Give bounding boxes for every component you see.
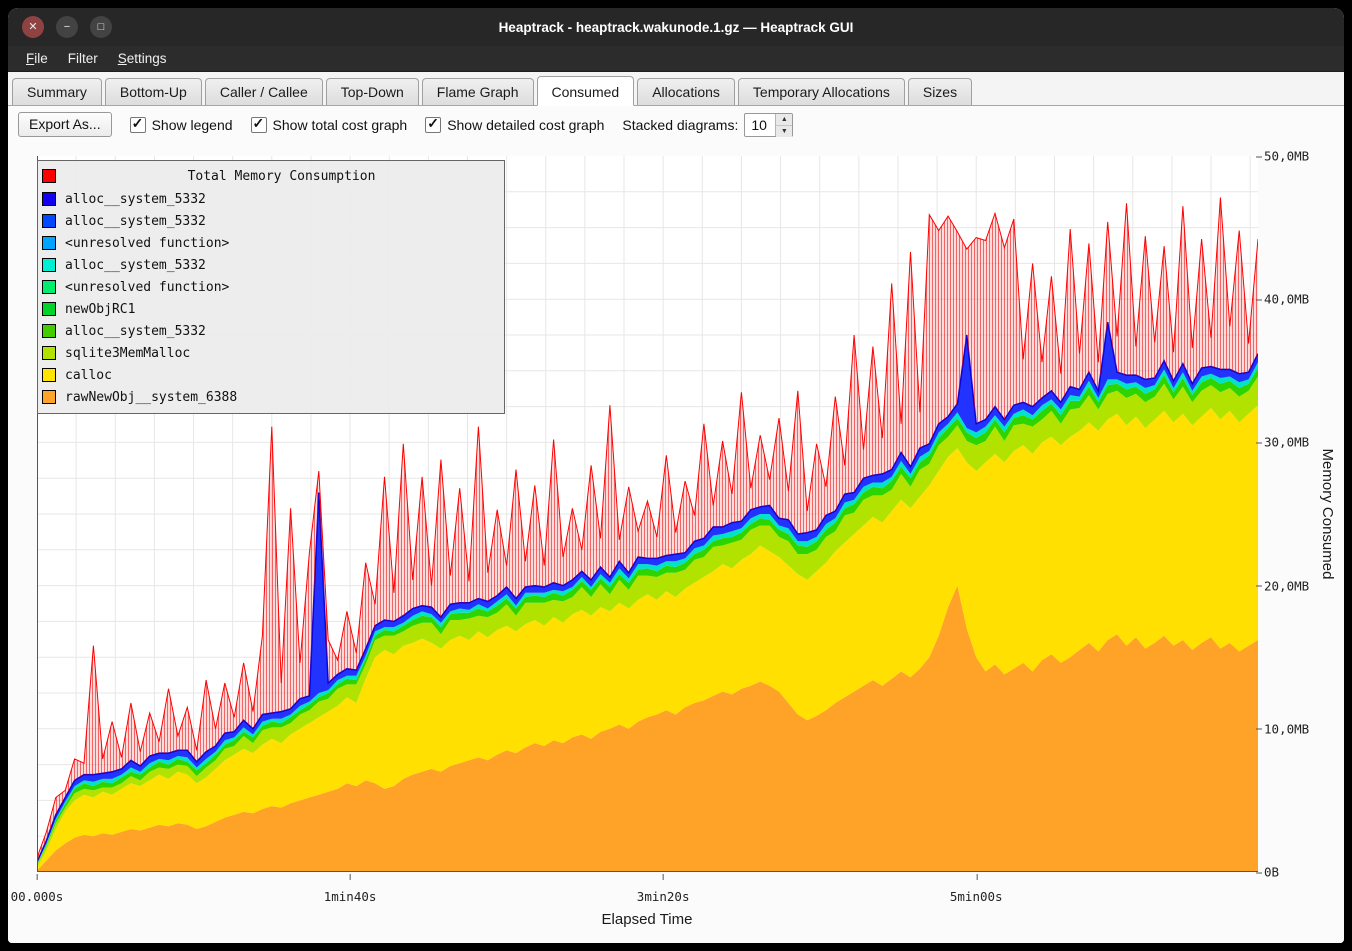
checkbox-label: Show legend bbox=[152, 117, 233, 133]
legend-item: sqlite3MemMalloc bbox=[42, 342, 498, 364]
tab[interactable]: Top-Down bbox=[326, 78, 419, 105]
legend-swatch bbox=[42, 192, 56, 206]
checkbox[interactable]: ✓ Show total cost graph bbox=[251, 117, 408, 133]
maximize-button[interactable]: □ bbox=[90, 16, 112, 38]
check-icon: ✓ bbox=[427, 115, 439, 132]
legend-swatch bbox=[42, 346, 56, 360]
checkbox-box[interactable]: ✓ bbox=[425, 117, 441, 133]
legend-item-label: alloc__system_5332 bbox=[65, 258, 206, 273]
tab[interactable]: Temporary Allocations bbox=[738, 78, 905, 105]
y-axis-tick-label: 40,0MB bbox=[1264, 292, 1309, 307]
checkbox-label: Show detailed cost graph bbox=[447, 117, 604, 133]
x-axis-title: Elapsed Time bbox=[602, 911, 693, 928]
checkbox-box[interactable]: ✓ bbox=[130, 117, 146, 133]
spin-up-button[interactable]: ▲ bbox=[776, 114, 792, 126]
tab[interactable]: Consumed bbox=[537, 76, 635, 106]
legend-item-label: sqlite3MemMalloc bbox=[65, 346, 190, 361]
legend-item-label: alloc__system_5332 bbox=[65, 324, 206, 339]
stacked-diagrams-spinbox[interactable]: 10 ▲ ▼ bbox=[744, 113, 793, 137]
y-axis-tick-label: 10,0MB bbox=[1264, 721, 1309, 736]
window-controls: ✕ − □ bbox=[22, 16, 112, 38]
legend-item-label: calloc bbox=[65, 368, 112, 383]
check-icon: ✓ bbox=[132, 115, 144, 132]
legend-title: Total Memory Consumption bbox=[65, 169, 498, 184]
legend-swatch bbox=[42, 302, 56, 316]
legend-item: alloc__system_5332 bbox=[42, 188, 498, 210]
checkbox[interactable]: ✓ Show legend bbox=[130, 117, 233, 133]
legend-item: calloc bbox=[42, 364, 498, 386]
y-axis-tick-label: 20,0MB bbox=[1264, 578, 1309, 593]
legend-item: <unresolved function> bbox=[42, 232, 498, 254]
spin-down-button[interactable]: ▼ bbox=[776, 126, 792, 137]
chevron-up-icon: ▲ bbox=[781, 116, 788, 123]
tab[interactable]: Allocations bbox=[637, 78, 735, 105]
menu-bar: File Filter Settings bbox=[8, 46, 1344, 72]
checkbox-box[interactable]: ✓ bbox=[251, 117, 267, 133]
legend-swatch bbox=[42, 280, 56, 294]
menu-item[interactable]: File bbox=[16, 46, 58, 71]
y-axis-tick-label: 50,0MB bbox=[1264, 149, 1309, 164]
legend-items: alloc__system_5332 alloc__system_5332 <u… bbox=[42, 188, 498, 408]
checkbox-label: Show total cost graph bbox=[273, 117, 408, 133]
stacked-diagrams-label: Stacked diagrams: bbox=[622, 117, 738, 133]
legend-title-swatch bbox=[42, 169, 56, 183]
legend-swatch bbox=[42, 390, 56, 404]
close-button[interactable]: ✕ bbox=[22, 16, 44, 38]
legend-item: newObjRC1 bbox=[42, 298, 498, 320]
legend-item: rawNewObj__system_6388 bbox=[42, 386, 498, 408]
legend-item-label: <unresolved function> bbox=[65, 236, 229, 251]
legend-title-row: Total Memory Consumption bbox=[42, 164, 498, 188]
export-as-button[interactable]: Export As... bbox=[18, 112, 112, 137]
legend-swatch bbox=[42, 258, 56, 272]
legend-swatch bbox=[42, 368, 56, 382]
chart-legend: Total Memory Consumption alloc__system_5… bbox=[37, 160, 505, 414]
legend-item-label: alloc__system_5332 bbox=[65, 192, 206, 207]
legend-item-label: <unresolved function> bbox=[65, 280, 229, 295]
x-axis-tick-label: 00.000s bbox=[11, 889, 64, 904]
chart-area: Total Memory Consumption alloc__system_5… bbox=[8, 143, 1344, 943]
legend-item: alloc__system_5332 bbox=[42, 320, 498, 342]
tab[interactable]: Flame Graph bbox=[422, 78, 534, 105]
x-axis-tick-label: 5min00s bbox=[950, 889, 1003, 904]
toolbar: Export As... ✓ Show legend ✓ Show total … bbox=[8, 106, 1344, 143]
minimize-button[interactable]: − bbox=[56, 16, 78, 38]
spin-buttons: ▲ ▼ bbox=[775, 114, 792, 136]
x-axis-tick-label: 3min20s bbox=[637, 889, 690, 904]
close-icon: ✕ bbox=[28, 21, 37, 33]
legend-swatch bbox=[42, 324, 56, 338]
x-axis-tick-label: 1min40s bbox=[324, 889, 377, 904]
minimize-icon: − bbox=[64, 21, 70, 33]
legend-item: alloc__system_5332 bbox=[42, 210, 498, 232]
tab[interactable]: Summary bbox=[12, 78, 102, 105]
legend-item-label: newObjRC1 bbox=[65, 302, 135, 317]
title-bar: ✕ − □ Heaptrack - heaptrack.wakunode.1.g… bbox=[8, 8, 1344, 46]
legend-item-label: alloc__system_5332 bbox=[65, 214, 206, 229]
tab[interactable]: Caller / Callee bbox=[205, 78, 323, 105]
chevron-down-icon: ▼ bbox=[781, 128, 788, 135]
legend-swatch bbox=[42, 236, 56, 250]
window-title: Heaptrack - heaptrack.wakunode.1.gz — He… bbox=[8, 20, 1344, 35]
check-icon: ✓ bbox=[253, 115, 265, 132]
legend-swatch bbox=[42, 214, 56, 228]
checkbox-group: ✓ Show legend ✓ Show total cost graph ✓ … bbox=[130, 117, 605, 133]
tab[interactable]: Sizes bbox=[908, 78, 972, 105]
stacked-diagrams-control: Stacked diagrams: 10 ▲ ▼ bbox=[622, 113, 793, 137]
y-axis-title: Memory Consumed bbox=[1319, 449, 1336, 580]
legend-item: alloc__system_5332 bbox=[42, 254, 498, 276]
checkbox[interactable]: ✓ Show detailed cost graph bbox=[425, 117, 604, 133]
legend-item: <unresolved function> bbox=[42, 276, 498, 298]
legend-item-label: rawNewObj__system_6388 bbox=[65, 390, 237, 405]
stacked-diagrams-value[interactable]: 10 bbox=[745, 114, 775, 136]
y-axis-tick-label: 0B bbox=[1264, 865, 1279, 880]
menu-item[interactable]: Settings bbox=[108, 46, 177, 71]
y-axis-tick-label: 30,0MB bbox=[1264, 435, 1309, 450]
menu-item[interactable]: Filter bbox=[58, 46, 108, 71]
app-window: ✕ − □ Heaptrack - heaptrack.wakunode.1.g… bbox=[8, 8, 1344, 943]
tab[interactable]: Bottom-Up bbox=[105, 78, 202, 105]
maximize-icon: □ bbox=[98, 21, 105, 33]
tab-bar: Summary Bottom-Up Caller / Callee Top-Do… bbox=[8, 72, 1344, 106]
